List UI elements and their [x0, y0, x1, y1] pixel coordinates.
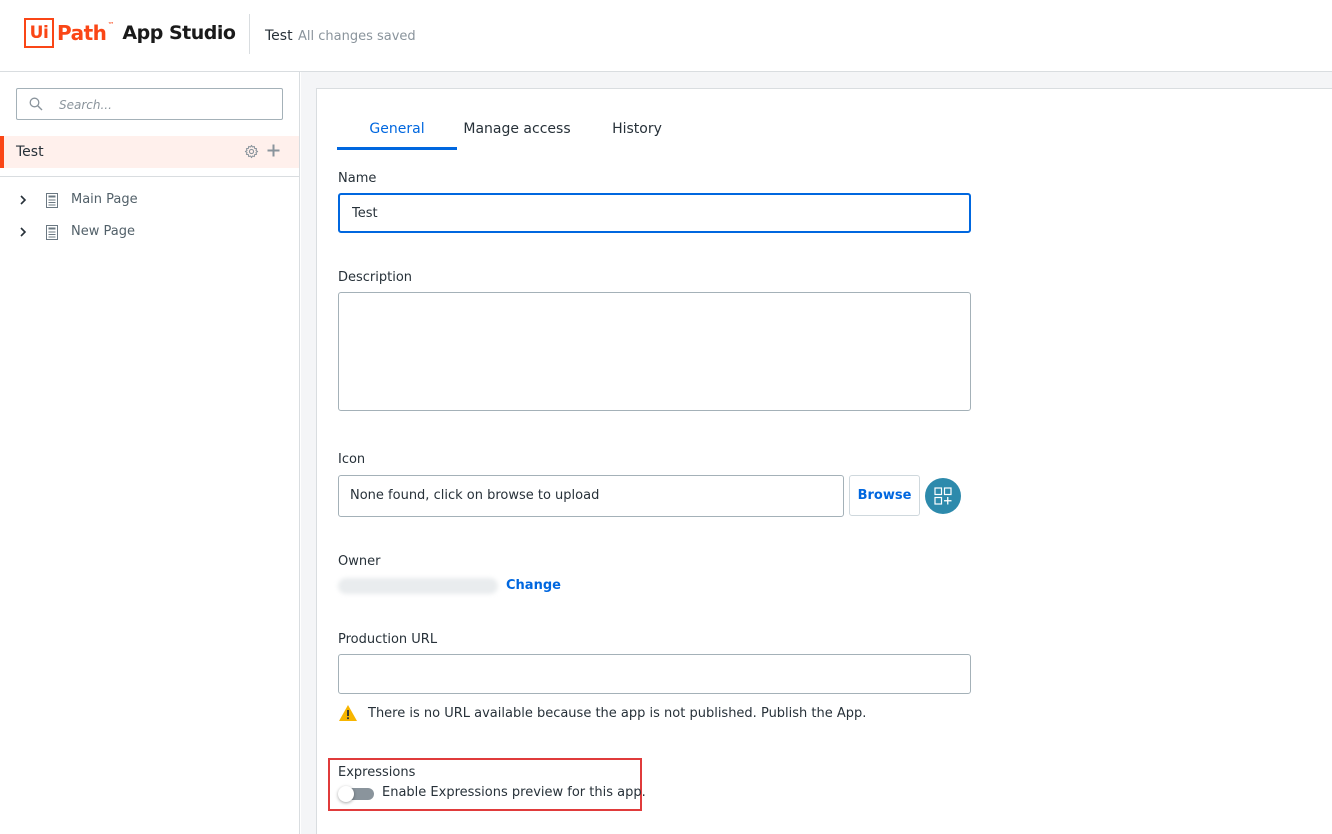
- browse-button[interactable]: Browse: [849, 475, 920, 516]
- page-icon: [46, 225, 58, 240]
- tab-manage-access[interactable]: Manage access: [461, 120, 573, 150]
- sidebar-item-new-page[interactable]: New Page: [0, 218, 299, 246]
- logo-app-studio: App Studio: [122, 22, 236, 44]
- app-title: Test: [265, 28, 293, 44]
- warning-icon: [339, 705, 357, 721]
- save-status: All changes saved: [298, 29, 416, 44]
- expressions-toggle-label: Enable Expressions preview for this app.: [382, 785, 646, 800]
- toggle-knob: [338, 786, 354, 802]
- chevron-right-icon[interactable]: [18, 226, 28, 238]
- logo-trademark: ™: [107, 21, 115, 29]
- tab-history[interactable]: History: [597, 120, 677, 150]
- app-icon-picker-icon: [934, 487, 952, 505]
- search-input[interactable]: [59, 96, 274, 114]
- icon-label: Icon: [338, 452, 366, 467]
- description-input[interactable]: [338, 292, 971, 411]
- page-label: Main Page: [71, 192, 138, 207]
- logo-path-text: Path: [57, 21, 107, 45]
- app-header: Ui Path ™ App Studio Test All changes sav…: [0, 0, 1332, 72]
- description-label: Description: [338, 270, 413, 285]
- page-label: New Page: [71, 224, 135, 239]
- expressions-label: Expressions: [338, 765, 416, 780]
- gear-icon[interactable]: [244, 144, 259, 159]
- sidebar-divider: [0, 176, 299, 177]
- owner-label: Owner: [338, 554, 381, 569]
- add-page-icon[interactable]: [266, 143, 281, 158]
- logo-ui-mark: Ui: [24, 18, 54, 48]
- page-icon: [46, 193, 58, 208]
- production-url-label: Production URL: [338, 632, 438, 647]
- change-owner-link[interactable]: Change: [506, 578, 561, 593]
- icon-gallery-button[interactable]: [925, 478, 961, 514]
- name-label: Name: [338, 171, 377, 186]
- icon-field-placeholder: None found, click on browse to upload: [350, 488, 600, 503]
- search-icon: [29, 97, 43, 111]
- sidebar: Test Main Page: [0, 72, 300, 834]
- sidebar-item-main-page[interactable]: Main Page: [0, 186, 299, 214]
- uipath-logo[interactable]: Ui Path ™ App Studio: [24, 18, 236, 48]
- url-warning-text: There is no URL available because the ap…: [368, 706, 867, 721]
- sidebar-item-app[interactable]: Test: [0, 136, 299, 168]
- icon-field[interactable]: None found, click on browse to upload: [338, 475, 844, 517]
- production-url-input[interactable]: [338, 654, 971, 694]
- header-divider: [249, 14, 250, 54]
- chevron-right-icon[interactable]: [18, 194, 28, 206]
- name-input[interactable]: [338, 193, 971, 233]
- app-row-label: Test: [16, 144, 44, 160]
- tab-general[interactable]: General: [337, 120, 457, 150]
- search-box[interactable]: [16, 88, 283, 120]
- expressions-toggle[interactable]: [338, 786, 376, 802]
- owner-email-redacted: [338, 578, 498, 594]
